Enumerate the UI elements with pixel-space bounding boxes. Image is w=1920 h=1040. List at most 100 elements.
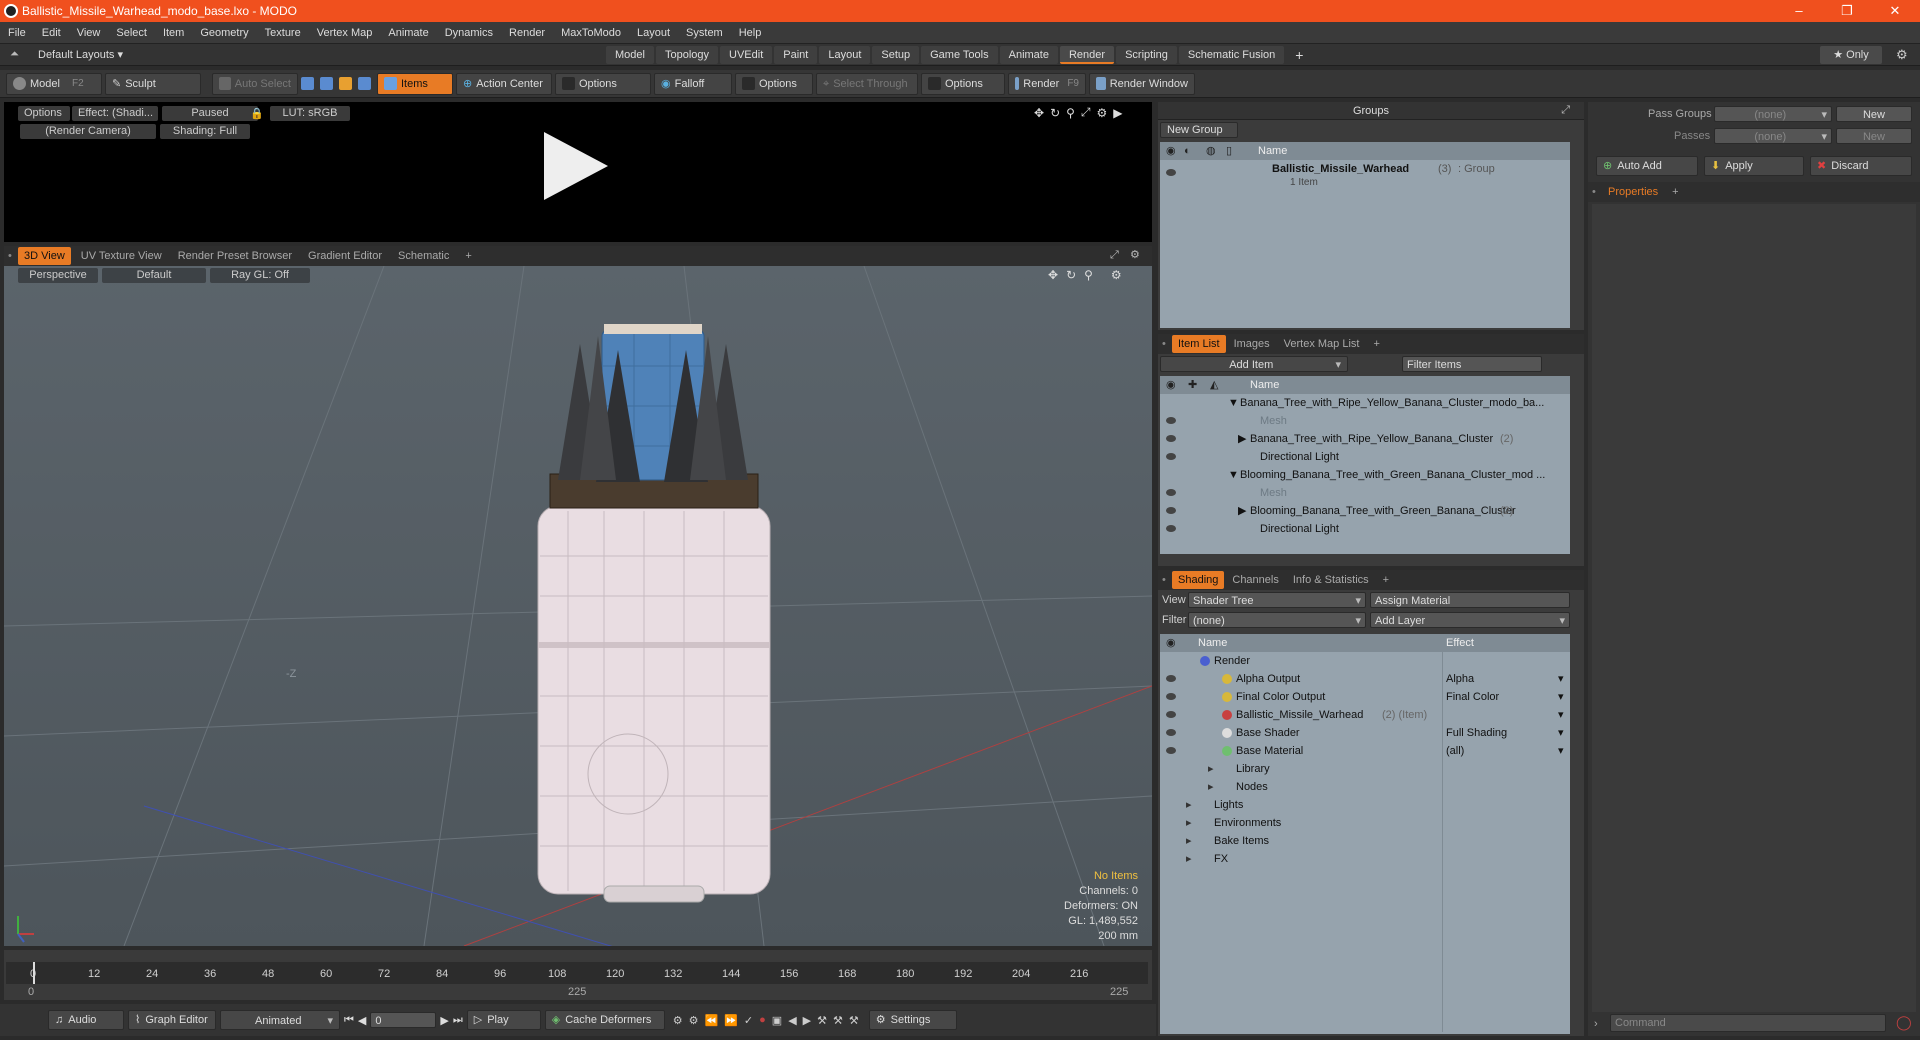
lut-dropdown[interactable]: LUT: sRGB bbox=[270, 106, 350, 121]
assign-material-button[interactable]: Assign Material bbox=[1370, 592, 1570, 608]
tab-render-preset-browser[interactable]: Render Preset Browser bbox=[172, 247, 298, 265]
eye-icon[interactable] bbox=[1166, 693, 1176, 700]
tab-gradient-editor[interactable]: Gradient Editor bbox=[302, 247, 388, 265]
lock-icon[interactable]: 🔒 bbox=[250, 107, 264, 120]
gear-icon[interactable]: ⚙ bbox=[1130, 248, 1140, 261]
eye-icon[interactable] bbox=[1166, 675, 1176, 682]
effect-dropdown-icon[interactable]: ▾ bbox=[1558, 724, 1564, 742]
eye-icon[interactable] bbox=[1166, 417, 1176, 424]
perspective-dropdown[interactable]: Perspective bbox=[18, 268, 98, 283]
shader-row[interactable]: ▸ Lights bbox=[1160, 796, 1570, 814]
select-options-button[interactable]: Options bbox=[921, 72, 1005, 95]
item-row[interactable]: ▶ Blooming_Banana_Tree_with_Green_Banana_… bbox=[1160, 502, 1570, 520]
play-icon[interactable] bbox=[544, 132, 608, 200]
play-button[interactable]: ▷ Play bbox=[466, 1010, 541, 1030]
eye-icon[interactable] bbox=[1166, 747, 1176, 754]
falloff-options-button[interactable]: Options bbox=[735, 72, 813, 95]
only-toggle[interactable]: ★ Only bbox=[1820, 46, 1882, 64]
zoom-icon[interactable]: ⚲ bbox=[1084, 268, 1093, 282]
shader-row[interactable]: Base Material (all) ▾ bbox=[1160, 742, 1570, 760]
eye-icon[interactable] bbox=[1166, 453, 1176, 460]
gear-icon[interactable]: ⚙ bbox=[1111, 268, 1122, 282]
audio-button[interactable]: ♫ Audio bbox=[48, 1010, 124, 1030]
discard-button[interactable]: ✖ Discard bbox=[1810, 156, 1912, 176]
expand-arrow-icon[interactable]: ▸ bbox=[1186, 814, 1192, 832]
tab-schematic-fusion[interactable]: Schematic Fusion bbox=[1178, 46, 1285, 64]
tab-setup[interactable]: Setup bbox=[872, 46, 920, 64]
render-window-button[interactable]: Render Window bbox=[1089, 72, 1195, 95]
playhead[interactable] bbox=[33, 962, 35, 984]
key-set-icon[interactable]: ✓ bbox=[744, 1014, 753, 1027]
tab-uvedit[interactable]: UVEdit bbox=[720, 46, 773, 64]
shader-row[interactable]: Final Color Output Final Color ▾ bbox=[1160, 688, 1570, 706]
key-prev-icon[interactable]: ◀ bbox=[788, 1014, 796, 1027]
add-item-dropdown[interactable]: Add Item bbox=[1160, 356, 1348, 372]
menu-render[interactable]: Render bbox=[501, 22, 553, 44]
menu-view[interactable]: View bbox=[69, 22, 109, 44]
menu-file[interactable]: File bbox=[0, 22, 34, 44]
effect-value[interactable]: Final Color bbox=[1446, 688, 1499, 706]
rotate-icon[interactable]: ↻ bbox=[1050, 106, 1060, 120]
step-forward-icon[interactable]: ▶ bbox=[440, 1014, 448, 1027]
auto-add-button[interactable]: ⊕ Auto Add bbox=[1596, 156, 1698, 176]
shader-row[interactable]: Ballistic_Missile_Warhead (2) (Item) ▾ bbox=[1160, 706, 1570, 724]
menu-item[interactable]: Item bbox=[155, 22, 192, 44]
render-button[interactable]: Render F9 bbox=[1008, 72, 1086, 95]
action-center-button[interactable]: ⊕ Action Center bbox=[456, 72, 552, 95]
effect-dropdown-icon[interactable]: ▾ bbox=[1558, 670, 1564, 688]
material-mode-icon[interactable] bbox=[358, 77, 371, 90]
next-key-icon[interactable]: ⏩ bbox=[724, 1014, 738, 1027]
command-input[interactable]: Command bbox=[1610, 1014, 1886, 1032]
effect-value[interactable]: Alpha bbox=[1446, 670, 1474, 688]
effect-dropdown-icon[interactable]: ▾ bbox=[1558, 706, 1564, 724]
key-tool3-icon[interactable]: ⚒ bbox=[849, 1014, 859, 1027]
expand-arrow-icon[interactable]: ▼ bbox=[1228, 394, 1239, 412]
menu-help[interactable]: Help bbox=[731, 22, 770, 44]
menu-edit[interactable]: Edit bbox=[34, 22, 69, 44]
eye-icon[interactable] bbox=[1166, 711, 1176, 718]
key-icon[interactable]: ⚙ bbox=[689, 1014, 699, 1027]
tab-render[interactable]: Render bbox=[1059, 46, 1115, 64]
paused-toggle[interactable]: Paused bbox=[162, 106, 258, 121]
menu-vertex-map[interactable]: Vertex Map bbox=[309, 22, 381, 44]
shader-row[interactable]: ▸ Nodes bbox=[1160, 778, 1570, 796]
eye-icon[interactable] bbox=[1166, 525, 1176, 532]
graph-editor-button[interactable]: ⌇ Graph Editor bbox=[128, 1010, 216, 1030]
expand-arrow-icon[interactable]: ▼ bbox=[1228, 466, 1239, 484]
effect-value[interactable]: Full Shading bbox=[1446, 724, 1507, 742]
skip-start-icon[interactable]: ⏮ bbox=[344, 1014, 354, 1027]
eye-icon[interactable] bbox=[1166, 729, 1176, 736]
auto-select-button[interactable]: Auto Select bbox=[212, 72, 298, 95]
render-camera-dropdown[interactable]: (Render Camera) bbox=[20, 124, 156, 139]
key-tool2-icon[interactable]: ⚒ bbox=[833, 1014, 843, 1027]
item-row[interactable]: ▼ Banana_Tree_with_Ripe_Yellow_Banana_Clu… bbox=[1160, 394, 1570, 412]
timeline[interactable]: 0 12 24 36 48 60 72 84 96 108 120 132 14… bbox=[4, 950, 1152, 1000]
tab-topology[interactable]: Topology bbox=[655, 46, 719, 64]
tab-info-statistics[interactable]: Info & Statistics bbox=[1287, 571, 1375, 589]
effect-value[interactable]: (all) bbox=[1446, 742, 1464, 760]
expand-arrow-icon[interactable]: ▶ bbox=[1238, 502, 1246, 520]
eye-icon[interactable] bbox=[1166, 489, 1176, 496]
step-back-icon[interactable]: ◀ bbox=[358, 1014, 366, 1027]
record-icon[interactable]: ● bbox=[759, 1014, 766, 1026]
filter-items-input[interactable]: Filter Items bbox=[1402, 356, 1542, 372]
tab-game-tools[interactable]: Game Tools bbox=[921, 46, 998, 64]
eye-icon[interactable] bbox=[1166, 169, 1176, 176]
expand-arrow-icon[interactable]: ▸ bbox=[1186, 832, 1192, 850]
falloff-button[interactable]: ◉ Falloff bbox=[654, 72, 732, 95]
select-through-button[interactable]: ⌖ Select Through bbox=[816, 72, 918, 95]
tab-3d-view[interactable]: 3D View bbox=[18, 247, 71, 265]
tab-channels[interactable]: Channels bbox=[1226, 571, 1284, 589]
shader-row[interactable]: Alpha Output Alpha ▾ bbox=[1160, 670, 1570, 688]
view-dropdown[interactable]: Shader Tree bbox=[1188, 592, 1366, 608]
restore-button[interactable]: ❐ bbox=[1824, 0, 1870, 22]
minimize-button[interactable]: – bbox=[1776, 0, 1822, 22]
command-stop-icon[interactable]: ◯ bbox=[1896, 1014, 1912, 1031]
move-icon[interactable]: ✥ bbox=[1034, 106, 1044, 120]
zoom-icon[interactable]: ⚲ bbox=[1066, 106, 1075, 120]
add-tab-button[interactable]: + bbox=[1367, 335, 1385, 353]
expand-arrow-icon[interactable]: ▸ bbox=[1186, 850, 1192, 868]
vertex-mode-icon[interactable] bbox=[301, 77, 314, 90]
layout-up-icon[interactable]: ⏶ bbox=[10, 48, 19, 61]
key-next-icon[interactable]: ▶ bbox=[803, 1014, 811, 1027]
